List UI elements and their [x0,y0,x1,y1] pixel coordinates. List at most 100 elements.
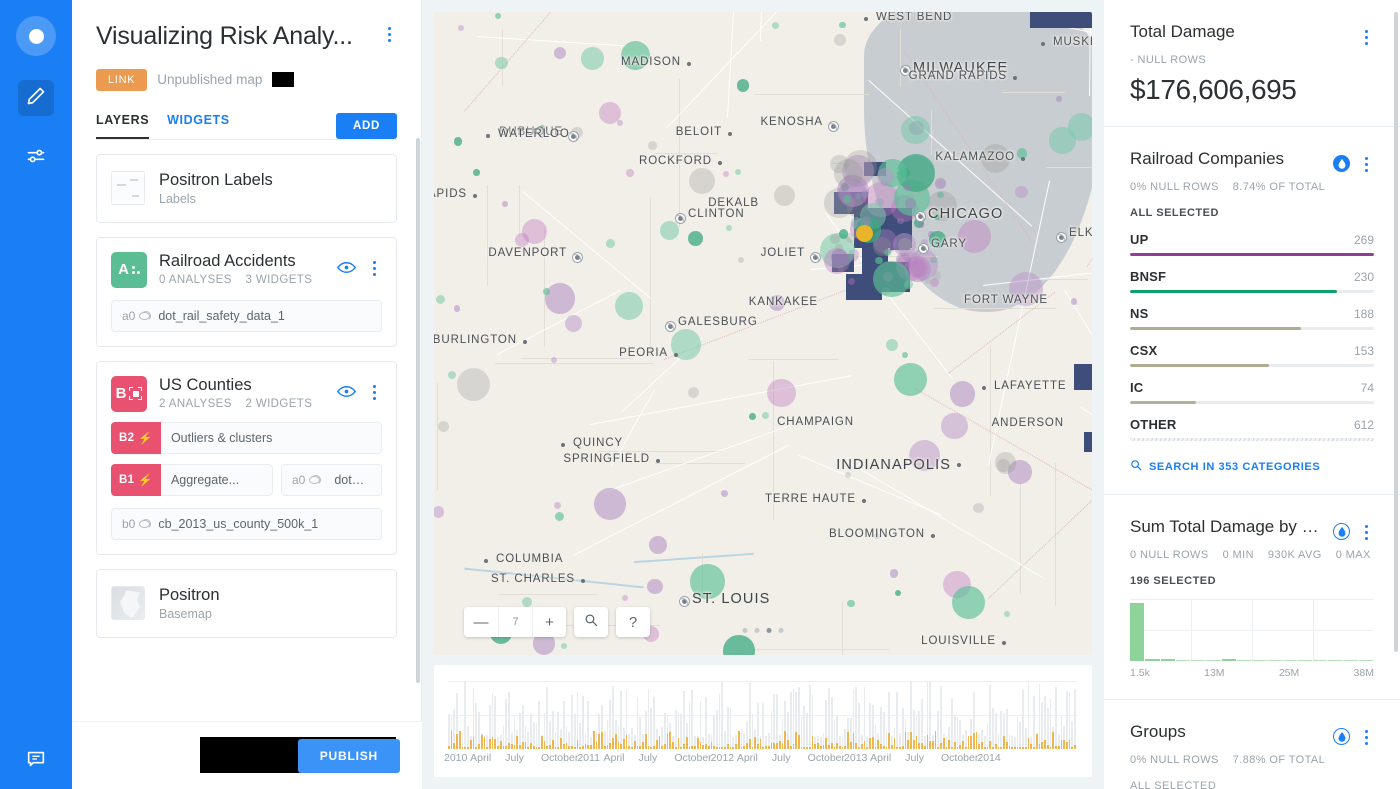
visibility-eye-icon[interactable] [337,385,356,398]
accident-bubble[interactable] [495,12,502,19]
accident-bubble[interactable] [885,338,898,352]
side-source-node[interactable]: a0 dot_rail_safe... [281,463,382,496]
accident-bubble[interactable] [723,635,755,655]
accident-bubble[interactable] [838,21,846,29]
accident-bubble[interactable] [831,249,847,265]
widgets-scrollbar[interactable] [1394,12,1398,652]
accident-bubble[interactable] [932,271,942,280]
droplet-outline-icon[interactable] [1333,728,1350,745]
accident-bubble[interactable] [720,490,728,498]
histogram-bar[interactable] [1221,659,1236,661]
droplet-filled-icon[interactable] [1333,155,1350,172]
map-help-button[interactable]: ? [616,607,650,637]
accident-bubble[interactable] [501,201,509,208]
accident-bubble[interactable] [889,568,899,578]
analysis-node-b2[interactable]: B2 ⚡ Outliers & clusters [111,421,382,454]
accident-bubble[interactable] [941,412,968,440]
widget-options-kebab[interactable] [1358,725,1374,748]
accident-bubble[interactable] [842,194,851,203]
accident-bubble[interactable] [554,511,564,521]
zoom-out-button[interactable]: — [464,607,498,637]
layer-card-positron-labels[interactable]: Positron Labels Labels [96,153,397,223]
analysis-side-source[interactable]: a0 dot_rail_safe... [281,463,382,496]
accident-bubble[interactable] [904,183,912,191]
accident-bubble[interactable] [554,47,567,60]
histogram-bar[interactable] [1236,660,1251,661]
droplet-outline-icon[interactable] [1333,523,1350,540]
widget-options-kebab[interactable] [1358,25,1374,48]
layer-options-kebab[interactable] [366,256,382,279]
layer-card-positron-basemap[interactable]: Positron Basemap [96,568,397,638]
timeseries-bars[interactable] [448,681,1078,749]
accident-bubble[interactable] [848,278,856,285]
accident-bubble[interactable] [749,413,756,421]
category-row[interactable]: BNSF 230 [1130,269,1374,293]
accident-bubble[interactable] [1067,113,1092,141]
layer-card-us-counties[interactable]: B US Counties 2 ANALYSES 2 WIDGETS B2 ⚡ … [96,360,397,555]
histogram-bar[interactable] [1252,660,1267,661]
selected-accident-bubble[interactable] [856,225,873,242]
histogram-bar[interactable] [1206,660,1221,661]
accident-bubble[interactable] [687,386,699,398]
accident-bubble[interactable] [894,363,927,396]
layer-options-kebab[interactable] [366,380,382,403]
category-row[interactable]: OTHER 612 [1130,417,1374,441]
accident-bubble[interactable] [773,185,795,207]
accident-bubble[interactable] [448,370,457,380]
accident-bubble[interactable] [614,292,643,321]
rail-item-feedback[interactable] [0,748,72,775]
tab-layers[interactable]: LAYERS [96,113,150,139]
accident-bubble[interactable] [767,378,797,408]
accident-bubble[interactable] [594,488,627,521]
histogram-bar[interactable] [1328,660,1343,661]
map-canvas[interactable]: WEST BENDMUSKEGONMADISONMILWAUKEEGRAND R… [434,12,1092,655]
accident-bubble[interactable] [687,231,703,246]
widgets-panel[interactable]: Total Damage - NULL ROWS $176,606,695 Ra… [1104,0,1400,789]
accident-bubble[interactable] [647,141,657,150]
accident-bubble[interactable] [1004,610,1011,617]
histogram-bar[interactable] [1282,660,1297,661]
accident-bubble[interactable] [837,265,845,272]
county-polygon[interactable] [1030,12,1092,28]
zoom-in-button[interactable]: + [532,607,566,637]
histogram-bar[interactable] [1175,660,1190,661]
app-logo[interactable] [16,16,56,56]
county-polygon[interactable] [1074,364,1092,390]
histogram-bar[interactable] [1160,658,1175,661]
accident-bubble[interactable] [902,351,909,358]
accident-bubble[interactable] [872,236,892,256]
accident-bubble[interactable] [895,589,902,596]
accident-bubble[interactable] [737,256,744,263]
accident-bubble[interactable] [649,536,668,555]
accident-bubble[interactable] [935,178,946,189]
accident-bubble[interactable] [771,22,779,30]
analysis-node-label-wrap[interactable]: Aggregate... [160,463,273,496]
accident-bubble[interactable] [734,169,741,176]
map-pagination-dots[interactable] [742,628,784,633]
analysis-node-b1[interactable]: B1 ⚡ Aggregate... [111,463,273,496]
accident-bubble[interactable] [453,305,461,313]
accident-bubble[interactable] [723,171,730,178]
accident-bubble[interactable] [554,501,562,509]
accident-bubble[interactable] [838,228,849,239]
search-categories-link[interactable]: SEARCH IN 353 CATEGORIES [1130,459,1374,474]
accident-bubble[interactable] [876,168,894,185]
histogram-bar[interactable] [1358,660,1373,661]
accident-bubble[interactable] [647,578,663,595]
accident-bubble[interactable] [952,585,986,619]
accident-bubble[interactable] [949,381,976,407]
accident-bubble[interactable] [542,287,550,295]
accident-bubble[interactable] [521,596,533,608]
accident-bubble[interactable] [453,137,463,146]
accident-bubble[interactable] [994,452,1017,474]
histogram-chart[interactable] [1130,599,1374,661]
accident-bubble[interactable] [438,421,450,433]
accident-bubble[interactable] [897,217,904,225]
accident-bubble[interactable] [844,150,878,184]
accident-bubble[interactable] [1055,96,1062,103]
rail-item-settings[interactable] [18,140,54,176]
accident-bubble[interactable] [495,56,508,69]
map-options-kebab[interactable] [381,22,397,45]
accident-bubble[interactable] [736,79,750,92]
accident-bubble[interactable] [616,120,623,127]
